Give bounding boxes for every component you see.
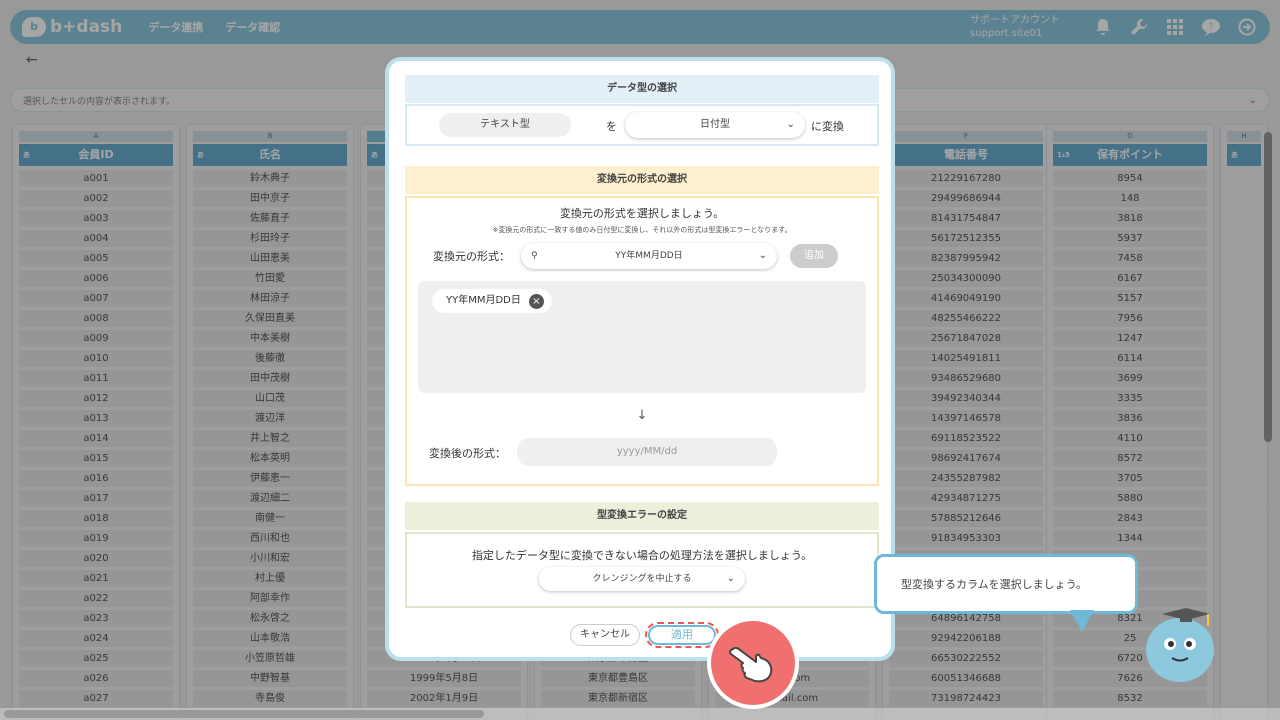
format-tag: YY年MM月DD日 × — [432, 289, 552, 313]
section-source-format-title: 変換元の形式の選択 — [405, 166, 879, 194]
arrow-down-icon: ↓ — [636, 408, 648, 423]
hint-text: 型変換するカラムを選択しましょう。 — [901, 578, 1088, 591]
source-format-note: ※変換元の形式に一致する値のみ日付型に変換し、それ以外の形式は型変換エラーとなり… — [492, 226, 792, 234]
source-type-pill: テキスト型 — [439, 113, 571, 137]
convert-suffix-label: に変換 — [811, 120, 844, 133]
target-format-field: yyyy/MM/dd — [517, 438, 777, 466]
section-data-type-title: データ型の選択 — [405, 75, 879, 103]
source-format-select[interactable]: ⚲ YY年MM月DD日 ⌄ — [521, 243, 777, 269]
close-icon[interactable]: × — [528, 293, 544, 309]
type-conversion-modal: データ型の選択 テキスト型 を 日付型 ⌄ に変換 変換元の形式の選択 変換元の… — [385, 57, 895, 661]
add-format-button[interactable]: 追加 — [790, 244, 838, 268]
error-handling-select[interactable]: クレンジングを中止する ⌄ — [539, 567, 745, 591]
error-setting-heading: 指定したデータ型に変換できない場合の処理方法を選択しましょう。 — [471, 549, 813, 562]
apply-button-label: 適用 — [648, 625, 716, 645]
target-type-value: 日付型 — [700, 119, 730, 130]
section-error-setting: 指定したデータ型に変換できない場合の処理方法を選択しましょう。 クレンジングを中… — [405, 532, 879, 608]
section-source-format: 変換元の形式を選択しましょう。 ※変換元の形式に一致する値のみ日付型に変換し、そ… — [405, 196, 879, 486]
source-format-value: YY年MM月DD日 — [615, 251, 683, 261]
source-format-heading: 変換元の形式を選択しましょう。 — [559, 207, 725, 220]
search-icon: ⚲ — [531, 251, 538, 261]
section-data-type: テキスト型 を 日付型 ⌄ に変換 — [405, 104, 879, 146]
source-format-label: 変換元の形式： — [433, 250, 510, 263]
chevron-down-icon: ⌄ — [726, 573, 735, 584]
section-error-setting-title: 型変換エラーの設定 — [405, 502, 879, 530]
target-type-select[interactable]: 日付型 ⌄ — [625, 112, 805, 138]
apply-button[interactable]: 適用 — [645, 622, 719, 648]
cancel-button[interactable]: キャンセル — [570, 624, 640, 646]
particle-label: を — [606, 120, 617, 133]
format-tag-label: YY年MM月DD日 — [446, 295, 521, 306]
mascot-icon — [1142, 598, 1222, 690]
pointing-hand-icon — [707, 617, 799, 709]
target-format-label: 変換後の形式： — [429, 447, 506, 460]
horizontal-scrollbar[interactable] — [0, 708, 1280, 720]
hint-bubble: 型変換するカラムを選択しましょう。 — [874, 554, 1138, 614]
format-tag-area: YY年MM月DD日 × — [418, 281, 866, 393]
chevron-down-icon: ⌄ — [786, 119, 795, 130]
error-handling-value: クレンジングを中止する — [592, 574, 692, 584]
chevron-down-icon: ⌄ — [758, 250, 767, 261]
hint-bubble-tail — [1070, 610, 1094, 632]
scrollbar-thumb[interactable] — [4, 710, 484, 718]
